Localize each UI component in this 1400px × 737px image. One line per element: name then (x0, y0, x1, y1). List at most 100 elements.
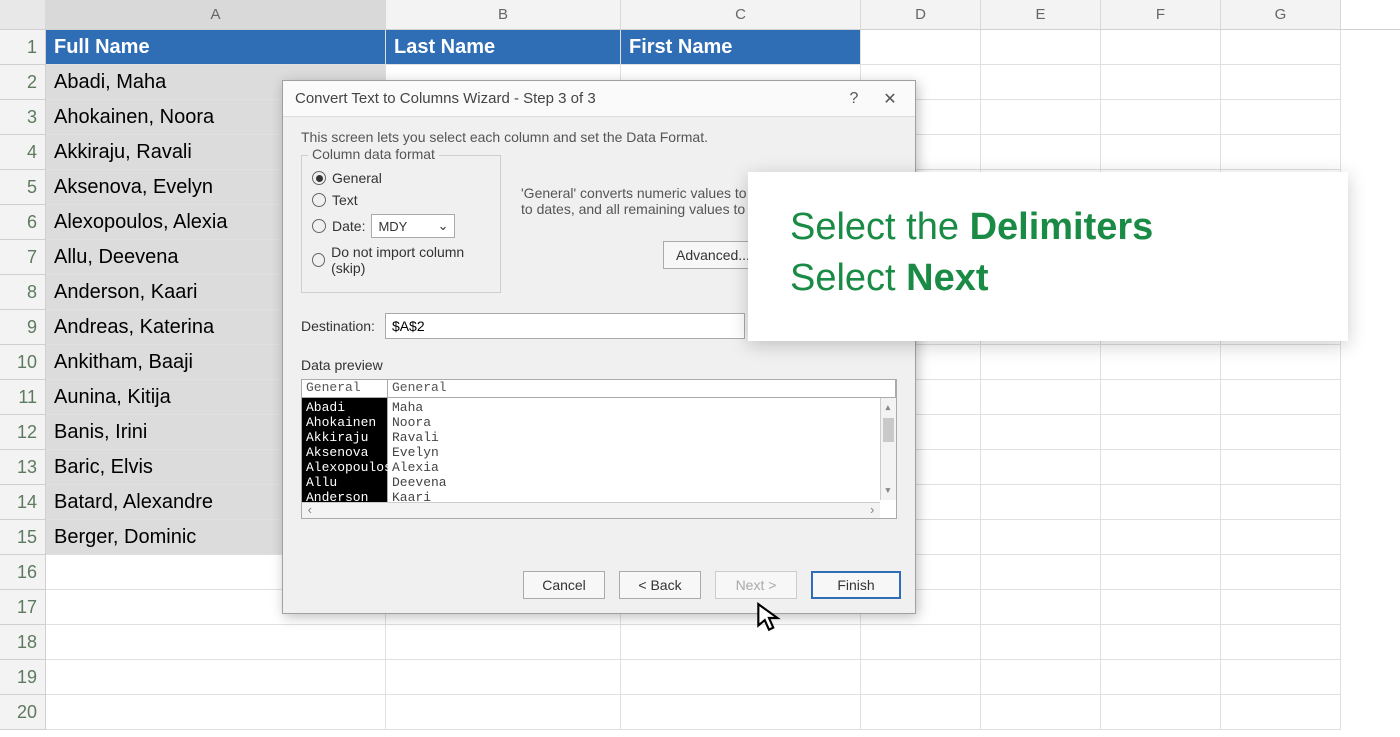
cell[interactable] (1101, 520, 1221, 555)
close-icon[interactable]: ✕ (877, 86, 903, 112)
row-header-6[interactable]: 6 (0, 205, 46, 240)
row-header-16[interactable]: 16 (0, 555, 46, 590)
cell[interactable] (981, 380, 1101, 415)
row-header-20[interactable]: 20 (0, 695, 46, 730)
row-header-2[interactable]: 2 (0, 65, 46, 100)
cell[interactable] (1101, 660, 1221, 695)
cell[interactable] (981, 590, 1101, 625)
preview-horizontal-scrollbar[interactable]: ‹ › (302, 502, 880, 518)
cell[interactable] (1101, 450, 1221, 485)
cell[interactable] (386, 625, 621, 660)
cell[interactable] (1221, 660, 1341, 695)
cell[interactable] (1221, 65, 1341, 100)
cell[interactable] (981, 520, 1101, 555)
row-header-7[interactable]: 7 (0, 240, 46, 275)
column-header-A[interactable]: A (46, 0, 386, 29)
preview-vertical-scrollbar[interactable]: ▴ ▾ (880, 398, 896, 500)
row-header-9[interactable]: 9 (0, 310, 46, 345)
column-header-B[interactable]: B (386, 0, 621, 29)
cell[interactable] (46, 625, 386, 660)
cell[interactable] (386, 695, 621, 730)
column-header-D[interactable]: D (861, 0, 981, 29)
cell[interactable] (861, 625, 981, 660)
radio-date[interactable]: Date: MDY ⌄ (312, 214, 490, 238)
cell[interactable] (981, 65, 1101, 100)
cell[interactable] (1221, 590, 1341, 625)
cell[interactable] (861, 695, 981, 730)
row-header-1[interactable]: 1 (0, 30, 46, 65)
cell[interactable] (1221, 625, 1341, 660)
cell[interactable]: Last Name (386, 30, 621, 65)
column-header-G[interactable]: G (1221, 0, 1341, 29)
cell[interactable]: First Name (621, 30, 861, 65)
radio-skip[interactable]: Do not import column (skip) (312, 244, 490, 276)
dialog-titlebar[interactable]: Convert Text to Columns Wizard - Step 3 … (283, 81, 915, 117)
cell[interactable] (981, 660, 1101, 695)
scroll-up-arrow-icon[interactable]: ▴ (884, 400, 892, 415)
cancel-button[interactable]: Cancel (523, 571, 605, 599)
row-header-5[interactable]: 5 (0, 170, 46, 205)
cell[interactable] (1101, 100, 1221, 135)
scroll-left-arrow-icon[interactable]: ‹ (306, 503, 314, 518)
cell[interactable] (1101, 345, 1221, 380)
cell[interactable] (1101, 625, 1221, 660)
cell[interactable] (1101, 380, 1221, 415)
cell[interactable] (1221, 100, 1341, 135)
column-header-E[interactable]: E (981, 0, 1101, 29)
row-header-11[interactable]: 11 (0, 380, 46, 415)
row-header-12[interactable]: 12 (0, 415, 46, 450)
destination-input[interactable] (385, 313, 745, 339)
cell[interactable] (1221, 520, 1341, 555)
cell[interactable] (1101, 415, 1221, 450)
cell[interactable] (621, 625, 861, 660)
preview-col1[interactable]: AbadiAhokainenAkkirajuAksenovaAlexopoulo… (302, 398, 388, 507)
cell[interactable] (621, 695, 861, 730)
row-header-17[interactable]: 17 (0, 590, 46, 625)
row-header-4[interactable]: 4 (0, 135, 46, 170)
cell[interactable] (1221, 450, 1341, 485)
cell[interactable] (861, 30, 981, 65)
cell[interactable] (861, 660, 981, 695)
cell[interactable] (621, 660, 861, 695)
column-header-F[interactable]: F (1101, 0, 1221, 29)
cell[interactable] (981, 100, 1101, 135)
cell[interactable] (1221, 380, 1341, 415)
cell[interactable] (46, 695, 386, 730)
row-header-10[interactable]: 10 (0, 345, 46, 380)
cell[interactable] (981, 415, 1101, 450)
back-button[interactable]: < Back (619, 571, 701, 599)
cell[interactable] (1101, 590, 1221, 625)
row-header-13[interactable]: 13 (0, 450, 46, 485)
cell[interactable] (981, 345, 1101, 380)
row-header-8[interactable]: 8 (0, 275, 46, 310)
row-header-15[interactable]: 15 (0, 520, 46, 555)
finish-button[interactable]: Finish (811, 571, 901, 599)
cell[interactable] (981, 450, 1101, 485)
row-header-14[interactable]: 14 (0, 485, 46, 520)
cell[interactable] (1221, 135, 1341, 170)
date-format-select[interactable]: MDY ⌄ (371, 214, 455, 238)
cell[interactable] (1221, 485, 1341, 520)
cell[interactable] (386, 660, 621, 695)
cell[interactable]: Full Name (46, 30, 386, 65)
cell[interactable] (1221, 345, 1341, 380)
radio-text[interactable]: Text (312, 192, 490, 208)
cell[interactable] (1101, 695, 1221, 730)
select-all-corner[interactable] (0, 0, 46, 29)
cell[interactable] (46, 660, 386, 695)
row-header-18[interactable]: 18 (0, 625, 46, 660)
scrollbar-thumb[interactable] (883, 418, 894, 442)
cell[interactable] (981, 485, 1101, 520)
cell[interactable] (981, 695, 1101, 730)
cell[interactable] (1101, 555, 1221, 590)
row-header-19[interactable]: 19 (0, 660, 46, 695)
cell[interactable] (1221, 695, 1341, 730)
scroll-down-arrow-icon[interactable]: ▾ (884, 483, 892, 498)
cell[interactable] (1221, 30, 1341, 65)
cell[interactable] (1101, 30, 1221, 65)
cell[interactable] (981, 555, 1101, 590)
cell[interactable] (1221, 555, 1341, 590)
column-header-C[interactable]: C (621, 0, 861, 29)
row-header-3[interactable]: 3 (0, 100, 46, 135)
cell[interactable] (981, 30, 1101, 65)
